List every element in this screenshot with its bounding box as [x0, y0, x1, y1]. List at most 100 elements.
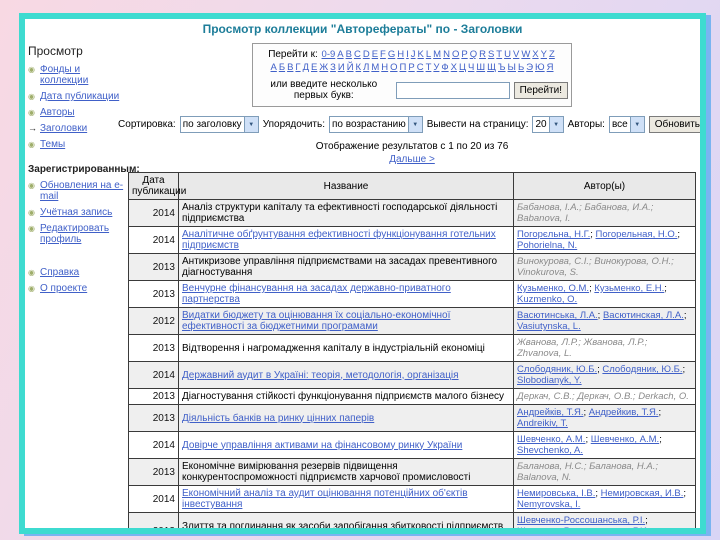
- jump-letter-link[interactable]: Ь: [518, 62, 524, 73]
- sidebar-item-registered-0-link[interactable]: Обновления на e-mail: [40, 180, 126, 202]
- jump-letter-link[interactable]: Z: [549, 49, 555, 60]
- jump-letter-link[interactable]: П: [400, 62, 407, 73]
- order-select[interactable]: по возрастанию ▼: [328, 116, 423, 133]
- sidebar-item-browse-1-link[interactable]: Дата публикации: [40, 91, 119, 102]
- sidebar-item-browse-2-link[interactable]: Авторы: [40, 107, 75, 118]
- perpage-select[interactable]: 20 ▼: [532, 116, 564, 133]
- jump-letter-link[interactable]: В: [287, 62, 293, 73]
- author-link[interactable]: Васютинська, Л.А.: [517, 310, 598, 321]
- jump-letter-link[interactable]: I: [406, 49, 409, 60]
- jump-letter-link[interactable]: З: [330, 62, 336, 73]
- jump-letter-link[interactable]: S: [488, 49, 494, 60]
- update-button[interactable]: Обновить: [648, 116, 700, 133]
- jump-letter-link[interactable]: Й: [347, 62, 354, 73]
- jump-letter-link[interactable]: К: [356, 62, 362, 73]
- author-link[interactable]: Kuzmenko, O.: [517, 294, 577, 305]
- sidebar-item-browse-0-link[interactable]: Фонды и коллекции: [40, 64, 126, 86]
- jump-letter-link[interactable]: Q: [470, 49, 477, 60]
- author-link[interactable]: Шевченко, А.М.: [517, 434, 585, 445]
- item-title-link[interactable]: Державний аудит в Україні: теорія, метод…: [182, 370, 459, 381]
- jump-letter-link[interactable]: A: [337, 49, 343, 60]
- jump-letter-link[interactable]: Ы: [508, 62, 516, 73]
- author-link[interactable]: Nemyrovska, I.: [517, 499, 580, 510]
- jump-letter-link[interactable]: Б: [279, 62, 285, 73]
- author-link[interactable]: Шевченко-Россошанская, Р.И.: [517, 526, 650, 528]
- author-link[interactable]: Васютинская, Л.А.: [603, 310, 684, 321]
- sidebar-item-help-0-link[interactable]: Справка: [40, 267, 79, 278]
- jump-letter-link[interactable]: K: [418, 49, 424, 60]
- sidebar-item-browse-4-link[interactable]: Темы: [40, 139, 65, 150]
- author-link[interactable]: Слободяник, Ю.Б.: [602, 364, 682, 375]
- jump-letter-link[interactable]: Ч: [468, 62, 474, 73]
- author-link[interactable]: Шевченко-Россошанська, Р.І.: [517, 515, 645, 526]
- jump-letter-link[interactable]: H: [397, 49, 404, 60]
- jump-letter-link[interactable]: Т: [426, 62, 432, 73]
- author-link[interactable]: Слободяник, Ю.Б.: [517, 364, 597, 375]
- jump-letter-link[interactable]: O: [452, 49, 459, 60]
- sidebar-item-registered-2-link[interactable]: Редактировать профиль: [40, 223, 126, 245]
- jump-letter-link[interactable]: Г: [295, 62, 300, 73]
- jump-letter-link[interactable]: L: [426, 49, 431, 60]
- jump-letter-link[interactable]: Ф: [441, 62, 448, 73]
- jump-letter-link[interactable]: N: [443, 49, 450, 60]
- jump-letter-link[interactable]: B: [346, 49, 352, 60]
- sidebar-item-registered-1-link[interactable]: Учётная запись: [40, 207, 112, 218]
- jump-letter-link[interactable]: F: [380, 49, 386, 60]
- first-letters-input[interactable]: [395, 81, 510, 99]
- author-link[interactable]: Шевченко, А.М.: [591, 434, 659, 445]
- item-title-link[interactable]: Видатки бюджету та оцінювання їх соціаль…: [182, 310, 450, 332]
- item-title-link[interactable]: Венчурне фінансування на засадах державн…: [182, 283, 451, 305]
- jump-letter-link[interactable]: P: [461, 49, 467, 60]
- jump-letter-link[interactable]: Э: [526, 62, 533, 73]
- jump-letter-link[interactable]: V: [513, 49, 519, 60]
- jump-letter-link[interactable]: J: [411, 49, 416, 60]
- jump-letter-link[interactable]: D: [363, 49, 370, 60]
- item-title-link[interactable]: Довірче управління активами на фінансово…: [182, 440, 462, 451]
- jump-letter-link[interactable]: U: [504, 49, 511, 60]
- jump-letter-link[interactable]: G: [388, 49, 395, 60]
- jump-letter-link[interactable]: Ю: [535, 62, 545, 73]
- jump-letter-link[interactable]: Ж: [319, 62, 328, 73]
- next-page-link[interactable]: Дальше >: [389, 154, 435, 165]
- jump-letter-link[interactable]: Н: [381, 62, 388, 73]
- author-link[interactable]: Shevchenko, A.: [517, 445, 583, 456]
- jump-letter-link[interactable]: О: [390, 62, 397, 73]
- author-link[interactable]: Slobodianyk, Y.: [517, 375, 582, 386]
- jump-letter-link[interactable]: Щ: [487, 62, 496, 73]
- jump-letter-link[interactable]: W: [521, 49, 530, 60]
- author-link[interactable]: Кузьменко, О.М.: [517, 283, 589, 294]
- item-title-link[interactable]: Діяльність банків на ринку цінних папері…: [182, 413, 374, 424]
- jump-letter-link[interactable]: T: [496, 49, 502, 60]
- jump-letter-link[interactable]: С: [417, 62, 424, 73]
- jump-letter-link[interactable]: R: [479, 49, 486, 60]
- item-title-link[interactable]: Аналітичне обґрунтування ефективності фу…: [182, 229, 496, 251]
- jump-letter-link[interactable]: E: [372, 49, 378, 60]
- jump-letter-link[interactable]: Х: [451, 62, 457, 73]
- jump-letter-link[interactable]: Ъ: [498, 62, 506, 73]
- author-link[interactable]: Andreikiv, T.: [517, 418, 568, 429]
- jump-letter-link[interactable]: X: [532, 49, 538, 60]
- jump-letter-link[interactable]: А: [271, 62, 277, 73]
- author-link[interactable]: Немировская, И.В.: [601, 488, 684, 499]
- author-link[interactable]: Pohorielna, N.: [517, 240, 577, 251]
- author-link[interactable]: Андрейкив, Т.Я.: [589, 407, 659, 418]
- jump-letter-link[interactable]: У: [433, 62, 439, 73]
- author-link[interactable]: Погорельная, Н.О.: [596, 229, 678, 240]
- sidebar-item-help-1-link[interactable]: О проекте: [40, 283, 87, 294]
- sort-select[interactable]: по заголовку ▼: [179, 116, 259, 133]
- jump-letter-link[interactable]: Я: [547, 62, 554, 73]
- jump-letter-link[interactable]: Ц: [459, 62, 466, 73]
- jump-letter-link[interactable]: Р: [408, 62, 414, 73]
- author-link[interactable]: Андрейків, Т.Я.: [517, 407, 583, 418]
- jump-letter-link[interactable]: M: [433, 49, 441, 60]
- jump-letter-link[interactable]: И: [338, 62, 345, 73]
- jump-letter-link[interactable]: C: [354, 49, 361, 60]
- author-link[interactable]: Кузьменко, Е.Н.: [594, 283, 664, 294]
- authors-select[interactable]: все ▼: [608, 116, 645, 133]
- jump-letter-link[interactable]: М: [371, 62, 379, 73]
- go-button[interactable]: Перейти!: [513, 81, 568, 99]
- sidebar-item-browse-3-link[interactable]: Заголовки: [40, 123, 87, 134]
- author-link[interactable]: Vasiutynska, L.: [517, 321, 581, 332]
- author-link[interactable]: Погорєльна, Н.Г.: [517, 229, 590, 240]
- item-title-link[interactable]: Економічний аналіз та аудит оцінювання п…: [182, 488, 468, 510]
